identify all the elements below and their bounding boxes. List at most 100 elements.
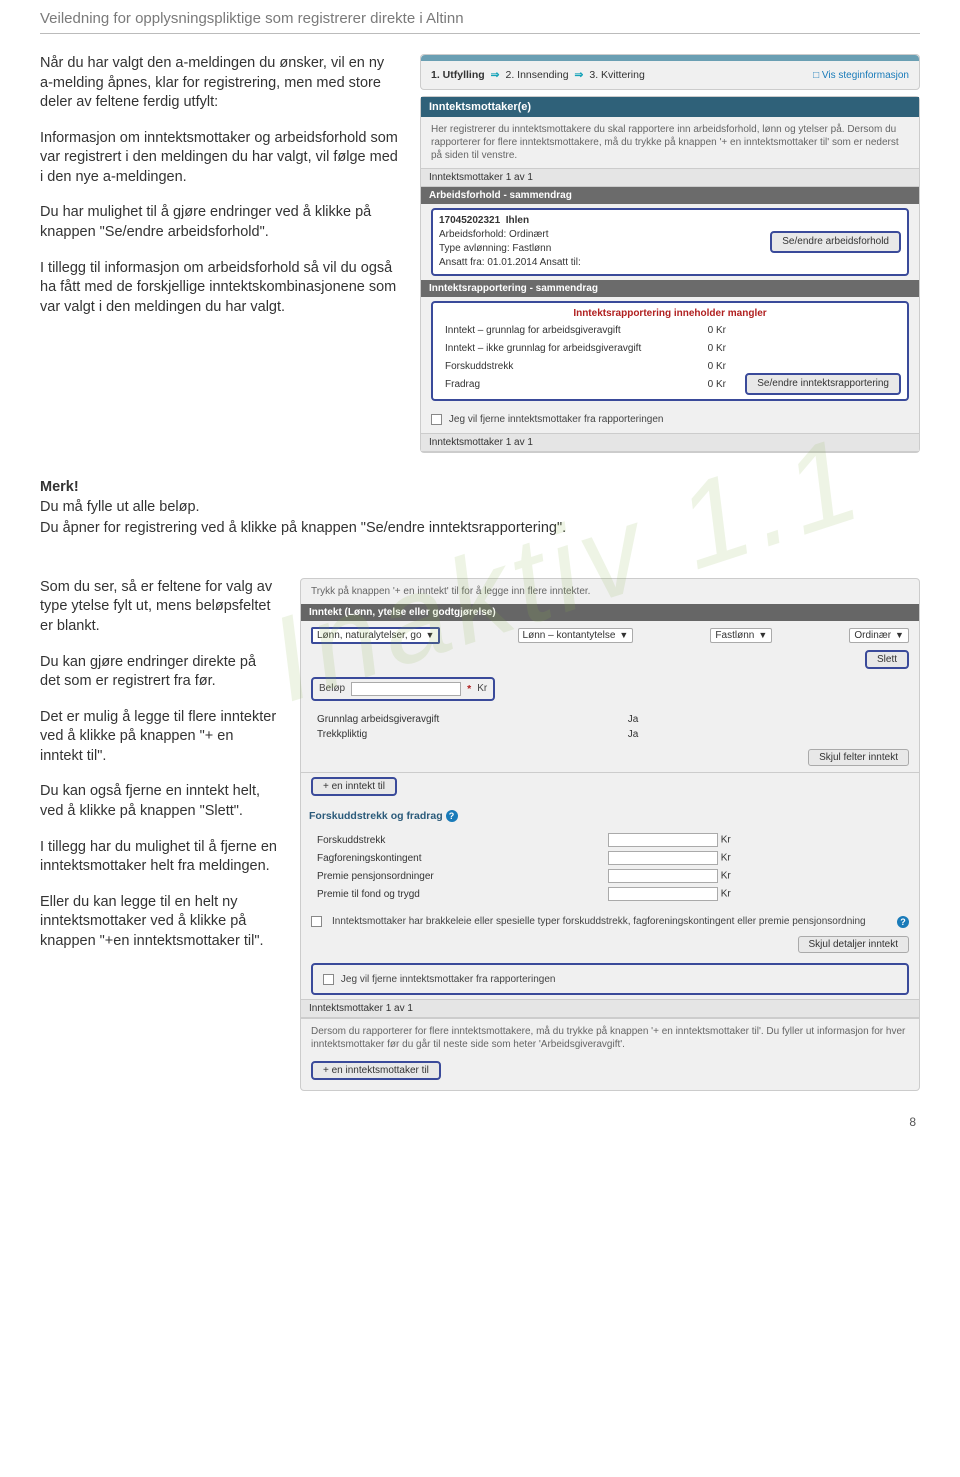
add-inntektsmottaker-button[interactable]: + en inntektsmottaker til	[311, 1061, 441, 1080]
page-number: 8	[909, 1115, 916, 1129]
chevron-down-icon: ▼	[426, 630, 435, 640]
inntektsmottaker-counter: Inntektsmottaker 1 av 1	[301, 999, 919, 1018]
avlonning-type: Type avlønning: Fastlønn	[439, 243, 551, 254]
required-star: *	[467, 683, 471, 695]
merk-line: Du må fylle ut alle beløp.	[40, 499, 200, 515]
chevron-down-icon: ▼	[758, 630, 767, 640]
wizard-step-1: 1. Utfylling	[431, 69, 485, 81]
checkbox-label: Jeg vil fjerne inntektsmottaker fra rapp…	[449, 414, 664, 425]
merk-line: Du åpner for registrering ved å klikke p…	[40, 520, 566, 536]
screenshot-top: 1. Utfylling ⇒ 2. Innsending ⇒ 3. Kvitte…	[420, 54, 920, 459]
field-label: Premie pensjonsordninger	[313, 868, 602, 884]
link-text: Vis steginformasjon	[822, 70, 909, 81]
field-label: Grunnlag arbeidsgiveravgift	[313, 713, 622, 726]
row-label: Forskuddstrekk	[441, 359, 702, 375]
arrow-icon: ⇒	[491, 69, 500, 81]
slett-button[interactable]: Slett	[865, 650, 909, 669]
remove-inntektsmottaker-checkbox[interactable]	[431, 414, 442, 425]
ytelse-select-4[interactable]: Ordinær ▼	[849, 628, 909, 643]
paragraph: Det er mulig å legge til flere inntekter…	[40, 708, 280, 767]
document-header: Veiledning for opplysningspliktige som r…	[40, 0, 920, 34]
paragraph: Eller du kan legge til en helt ny inntek…	[40, 893, 280, 952]
kr-label: Kr	[721, 853, 731, 864]
brakkeleie-checkbox[interactable]	[311, 916, 322, 927]
skjul-detaljer-button[interactable]: Skjul detaljer inntekt	[798, 936, 910, 953]
inntektsrapportering-summary-box: Inntektsrapportering inneholder mangler …	[431, 301, 909, 401]
merk-block: Merk! Du må fylle ut alle beløp. Du åpne…	[40, 477, 920, 538]
add-inntekt-button[interactable]: + en inntekt til	[311, 777, 397, 796]
inntektsmottaker-counter: Inntektsmottaker 1 av 1	[421, 168, 919, 187]
section-title-inntektsmottakere: Inntektsmottaker(e)	[421, 97, 919, 117]
ytelse-select-3[interactable]: Fastlønn ▼	[710, 628, 772, 643]
section-description: Her registrerer du inntektsmottakere du …	[421, 117, 919, 168]
ytelse-select-1[interactable]: Lønn, naturalytelser, go ▼	[311, 627, 440, 644]
paragraph: Du har mulighet til å gjøre endringer ve…	[40, 203, 400, 242]
warning-text: Inntektsrapportering inneholder mangler	[439, 307, 901, 321]
inntektsmottaker-counter: Inntektsmottaker 1 av 1	[421, 433, 919, 452]
kr-label: Kr	[721, 871, 731, 882]
field-label: Forskuddstrekk	[313, 832, 602, 848]
wizard-step-3: 3. Kvittering	[589, 69, 644, 81]
checkbox-label: Jeg vil fjerne inntektsmottaker fra rapp…	[341, 974, 556, 985]
arbeidsforhold-summary-box: 17045202321 Ihlen Arbeidsforhold: Ordinæ…	[431, 208, 909, 276]
arrow-icon: ⇒	[575, 69, 584, 81]
row-value: 0 Kr	[704, 359, 738, 375]
inntektsrapportering-header: Inntektsrapportering - sammendrag	[421, 280, 919, 297]
field-label: Premie til fond og trygd	[313, 886, 602, 902]
select-value: Fastlønn	[715, 630, 754, 641]
fagforening-input[interactable]	[608, 851, 718, 865]
ansatt-dates: Ansatt fra: 01.01.2014 Ansatt til:	[439, 257, 581, 268]
chevron-down-icon: ▼	[895, 630, 904, 640]
belop-input[interactable]	[351, 682, 461, 696]
field-label: Fagforeningskontingent	[313, 850, 602, 866]
forskuddstrekk-input[interactable]	[608, 833, 718, 847]
forskuddstrekk-header: Forskuddstrekk og fradrag ?	[301, 806, 919, 826]
select-value: Lønn, naturalytelser, go	[317, 630, 422, 641]
body-text-left: Når du har valgt den a-meldingen du ønsk…	[40, 54, 400, 459]
checkbox-label: Inntektsmottaker har brakkeleie eller sp…	[332, 916, 891, 927]
fond-input[interactable]	[608, 887, 718, 901]
kr-label: Kr	[721, 835, 731, 846]
paragraph: Informasjon om inntektsmottaker og arbei…	[40, 129, 400, 188]
arbeidsforhold-header: Arbeidsforhold - sammendrag	[421, 187, 919, 204]
row-label: Inntekt – grunnlag for arbeidsgiveravgif…	[441, 323, 702, 339]
field-value: Ja	[624, 713, 668, 726]
row-value: 0 Kr	[704, 323, 738, 339]
paragraph: Du kan gjøre endringer direkte på det so…	[40, 653, 280, 692]
toggle-step-info-link[interactable]: □ Vis steginformasjon	[813, 70, 909, 81]
select-value: Ordinær	[854, 630, 891, 641]
wizard-step-2: 2. Innsending	[505, 69, 568, 81]
paragraph: I tillegg har du mulighet til å fjerne e…	[40, 838, 280, 877]
row-value: 0 Kr	[704, 341, 738, 357]
remove-inntektsmottaker-checkbox[interactable]	[323, 974, 334, 985]
row-label: Fradrag	[441, 377, 702, 393]
edit-arbeidsforhold-button[interactable]: Se/endre arbeidsforhold	[770, 231, 901, 253]
row-label: Inntekt – ikke grunnlag for arbeidsgiver…	[441, 341, 702, 357]
person-name: Ihlen	[506, 215, 529, 226]
paragraph: I tillegg til informasjon om arbeidsforh…	[40, 259, 400, 318]
arbeidsforhold-type: Arbeidsforhold: Ordinært	[439, 229, 549, 240]
help-icon[interactable]: ?	[446, 810, 458, 822]
field-label: Trekkpliktig	[313, 728, 622, 741]
belop-label: Beløp	[319, 683, 345, 694]
edit-inntektsrapportering-button[interactable]: Se/endre inntektsrapportering	[745, 373, 901, 395]
chevron-down-icon: ▼	[619, 630, 628, 640]
help-icon[interactable]: ?	[897, 916, 909, 928]
screenshot-bottom: Trykk på knappen '+ en inntekt' til for …	[300, 578, 920, 1097]
hint-text: Trykk på knappen '+ en inntekt' til for …	[301, 579, 919, 604]
ytelse-select-2[interactable]: Lønn – kontantytelse▼	[518, 628, 634, 643]
pensjon-input[interactable]	[608, 869, 718, 883]
footer-hint: Dersom du rapporterer for flere inntekts…	[301, 1018, 919, 1057]
paragraph: Som du ser, så er feltene for valg av ty…	[40, 578, 280, 637]
paragraph: Når du har valgt den a-meldingen du ønsk…	[40, 54, 400, 113]
kr-label: Kr	[721, 889, 731, 900]
select-value: Lønn – kontantytelse	[523, 630, 616, 641]
row-value: 0 Kr	[704, 377, 738, 393]
field-value: Ja	[624, 728, 668, 741]
paragraph: Du kan også fjerne en inntekt helt, ved …	[40, 782, 280, 821]
merk-heading: Merk!	[40, 479, 79, 495]
kr-label: Kr	[477, 683, 487, 694]
inntekt-header: Inntekt (Lønn, ytelse eller godtgjørelse…	[301, 604, 919, 621]
skjul-felter-button[interactable]: Skjul felter inntekt	[808, 749, 909, 766]
body-text-left-2: Som du ser, så er feltene for valg av ty…	[40, 578, 280, 1097]
